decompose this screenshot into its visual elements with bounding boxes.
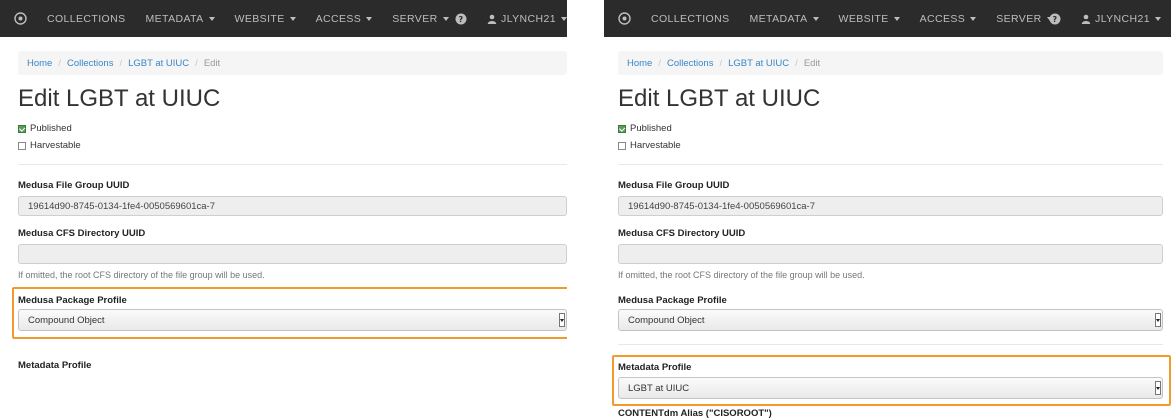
package-profile-select[interactable]: Compound Object xyxy=(618,309,1163,331)
breadcrumb-current: Edit xyxy=(203,57,221,69)
breadcrumb-home[interactable]: Home xyxy=(27,58,52,69)
metadata-profile-label: Metadata Profile xyxy=(618,362,692,373)
breadcrumb-separator: / xyxy=(119,57,123,69)
caret-down-icon xyxy=(1155,16,1161,21)
nav-access[interactable]: ACCESS xyxy=(316,13,373,25)
cfs-directory-label: Medusa CFS Directory UUID xyxy=(18,228,146,239)
contentdm-alias-label: CONTENTdm Alias ("CISOROOT") xyxy=(618,408,772,419)
help-icon[interactable]: ? xyxy=(455,13,467,25)
nav-right-group: ? JLYNCH21 xyxy=(1049,0,1161,37)
nav-server[interactable]: SERVER xyxy=(996,13,1053,25)
breadcrumb-collection[interactable]: LGBT at UIUC xyxy=(728,58,789,69)
nav-collections[interactable]: COLLECTIONS xyxy=(47,13,126,25)
page-title: Edit LGBT at UIUC xyxy=(18,85,221,112)
divider xyxy=(618,344,1163,345)
cfs-directory-field[interactable] xyxy=(618,244,1163,264)
caret-down-icon xyxy=(366,16,373,21)
cfs-directory-label: Medusa CFS Directory UUID xyxy=(618,228,746,239)
screenshot-left: COLLECTIONS METADATA WEBSITE ACCESS SERV… xyxy=(0,0,567,420)
svg-text:?: ? xyxy=(1053,15,1058,24)
file-group-field[interactable]: 19614d90-8745-0134-1fe4-0050569601ca-7 xyxy=(18,196,567,216)
breadcrumb-separator: / xyxy=(719,57,723,69)
brand-logo-icon[interactable] xyxy=(618,12,631,25)
caret-down-icon xyxy=(289,16,296,21)
breadcrumb-separator: / xyxy=(658,57,661,69)
top-navbar: COLLECTIONS METADATA WEBSITE ACCESS SERV… xyxy=(0,0,567,37)
svg-text:?: ? xyxy=(459,15,464,24)
screenshot-right: COLLECTIONS METADATA WEBSITE ACCESS SERV… xyxy=(604,0,1171,420)
breadcrumb-collection[interactable]: LGBT at UIUC xyxy=(128,58,189,69)
caret-down-icon xyxy=(442,16,449,21)
nav-metadata[interactable]: METADATA xyxy=(750,13,819,25)
nav-website[interactable]: WEBSITE xyxy=(839,13,900,25)
file-group-label: Medusa File Group UUID xyxy=(618,180,730,191)
published-checkbox[interactable] xyxy=(18,124,26,133)
breadcrumb-separator: / xyxy=(195,57,198,69)
top-navbar: COLLECTIONS METADATA WEBSITE ACCESS SERV… xyxy=(604,0,1171,37)
breadcrumb-home[interactable]: Home xyxy=(627,58,652,69)
package-profile-label: Medusa Package Profile xyxy=(18,295,127,306)
cfs-directory-field[interactable] xyxy=(18,244,567,264)
breadcrumb-collections[interactable]: Collections xyxy=(667,58,713,69)
caret-down-icon xyxy=(812,16,819,21)
harvestable-checkbox-row[interactable]: Harvestable xyxy=(18,140,81,151)
breadcrumb: Home / Collections / LGBT at UIUC / Edit xyxy=(618,51,1163,75)
published-checkbox-row[interactable]: Published xyxy=(618,123,672,134)
nav-collections[interactable]: COLLECTIONS xyxy=(651,13,730,25)
select-arrow-icon xyxy=(559,313,565,327)
published-checkbox[interactable] xyxy=(618,124,626,133)
nav-server[interactable]: SERVER xyxy=(392,13,449,25)
user-icon xyxy=(1081,14,1091,24)
cfs-help-text: If omitted, the root CFS directory of th… xyxy=(18,270,265,280)
breadcrumb-separator: / xyxy=(58,57,61,69)
nav-metadata[interactable]: METADATA xyxy=(146,13,215,25)
breadcrumb-current: Edit xyxy=(803,57,821,69)
breadcrumb-separator: / xyxy=(795,57,798,69)
file-group-label: Medusa File Group UUID xyxy=(18,180,130,191)
user-menu[interactable]: JLYNCH21 xyxy=(487,13,567,25)
select-arrow-icon xyxy=(1155,381,1161,395)
cfs-help-text: If omitted, the root CFS directory of th… xyxy=(618,270,865,280)
harvestable-checkbox[interactable] xyxy=(18,141,26,150)
user-menu[interactable]: JLYNCH21 xyxy=(1081,13,1161,25)
nav-right-group: ? JLYNCH21 xyxy=(455,0,567,37)
help-icon[interactable]: ? xyxy=(1049,13,1061,25)
page-title: Edit LGBT at UIUC xyxy=(618,85,821,112)
breadcrumb-collections[interactable]: Collections xyxy=(67,58,113,69)
package-profile-label: Medusa Package Profile xyxy=(618,295,727,306)
nav-access[interactable]: ACCESS xyxy=(920,13,977,25)
brand-logo-icon[interactable] xyxy=(14,12,27,25)
caret-down-icon xyxy=(893,16,900,21)
caret-down-icon xyxy=(970,16,977,21)
divider xyxy=(618,164,1163,165)
file-group-field[interactable]: 19614d90-8745-0134-1fe4-0050569601ca-7 xyxy=(618,196,1163,216)
package-profile-select[interactable]: Compound Object xyxy=(18,309,567,331)
select-arrow-icon xyxy=(1155,313,1161,327)
harvestable-checkbox[interactable] xyxy=(618,141,626,150)
user-icon xyxy=(487,14,497,24)
divider xyxy=(18,164,567,165)
metadata-profile-select[interactable]: LGBT at UIUC xyxy=(618,377,1163,399)
nav-website[interactable]: WEBSITE xyxy=(235,13,296,25)
harvestable-checkbox-row[interactable]: Harvestable xyxy=(618,140,681,151)
gutter xyxy=(567,0,604,420)
metadata-profile-label: Metadata Profile xyxy=(18,360,92,371)
published-checkbox-row[interactable]: Published xyxy=(18,123,72,134)
caret-down-icon xyxy=(208,16,215,21)
breadcrumb: Home / Collections / LGBT at UIUC / Edit xyxy=(18,51,567,75)
